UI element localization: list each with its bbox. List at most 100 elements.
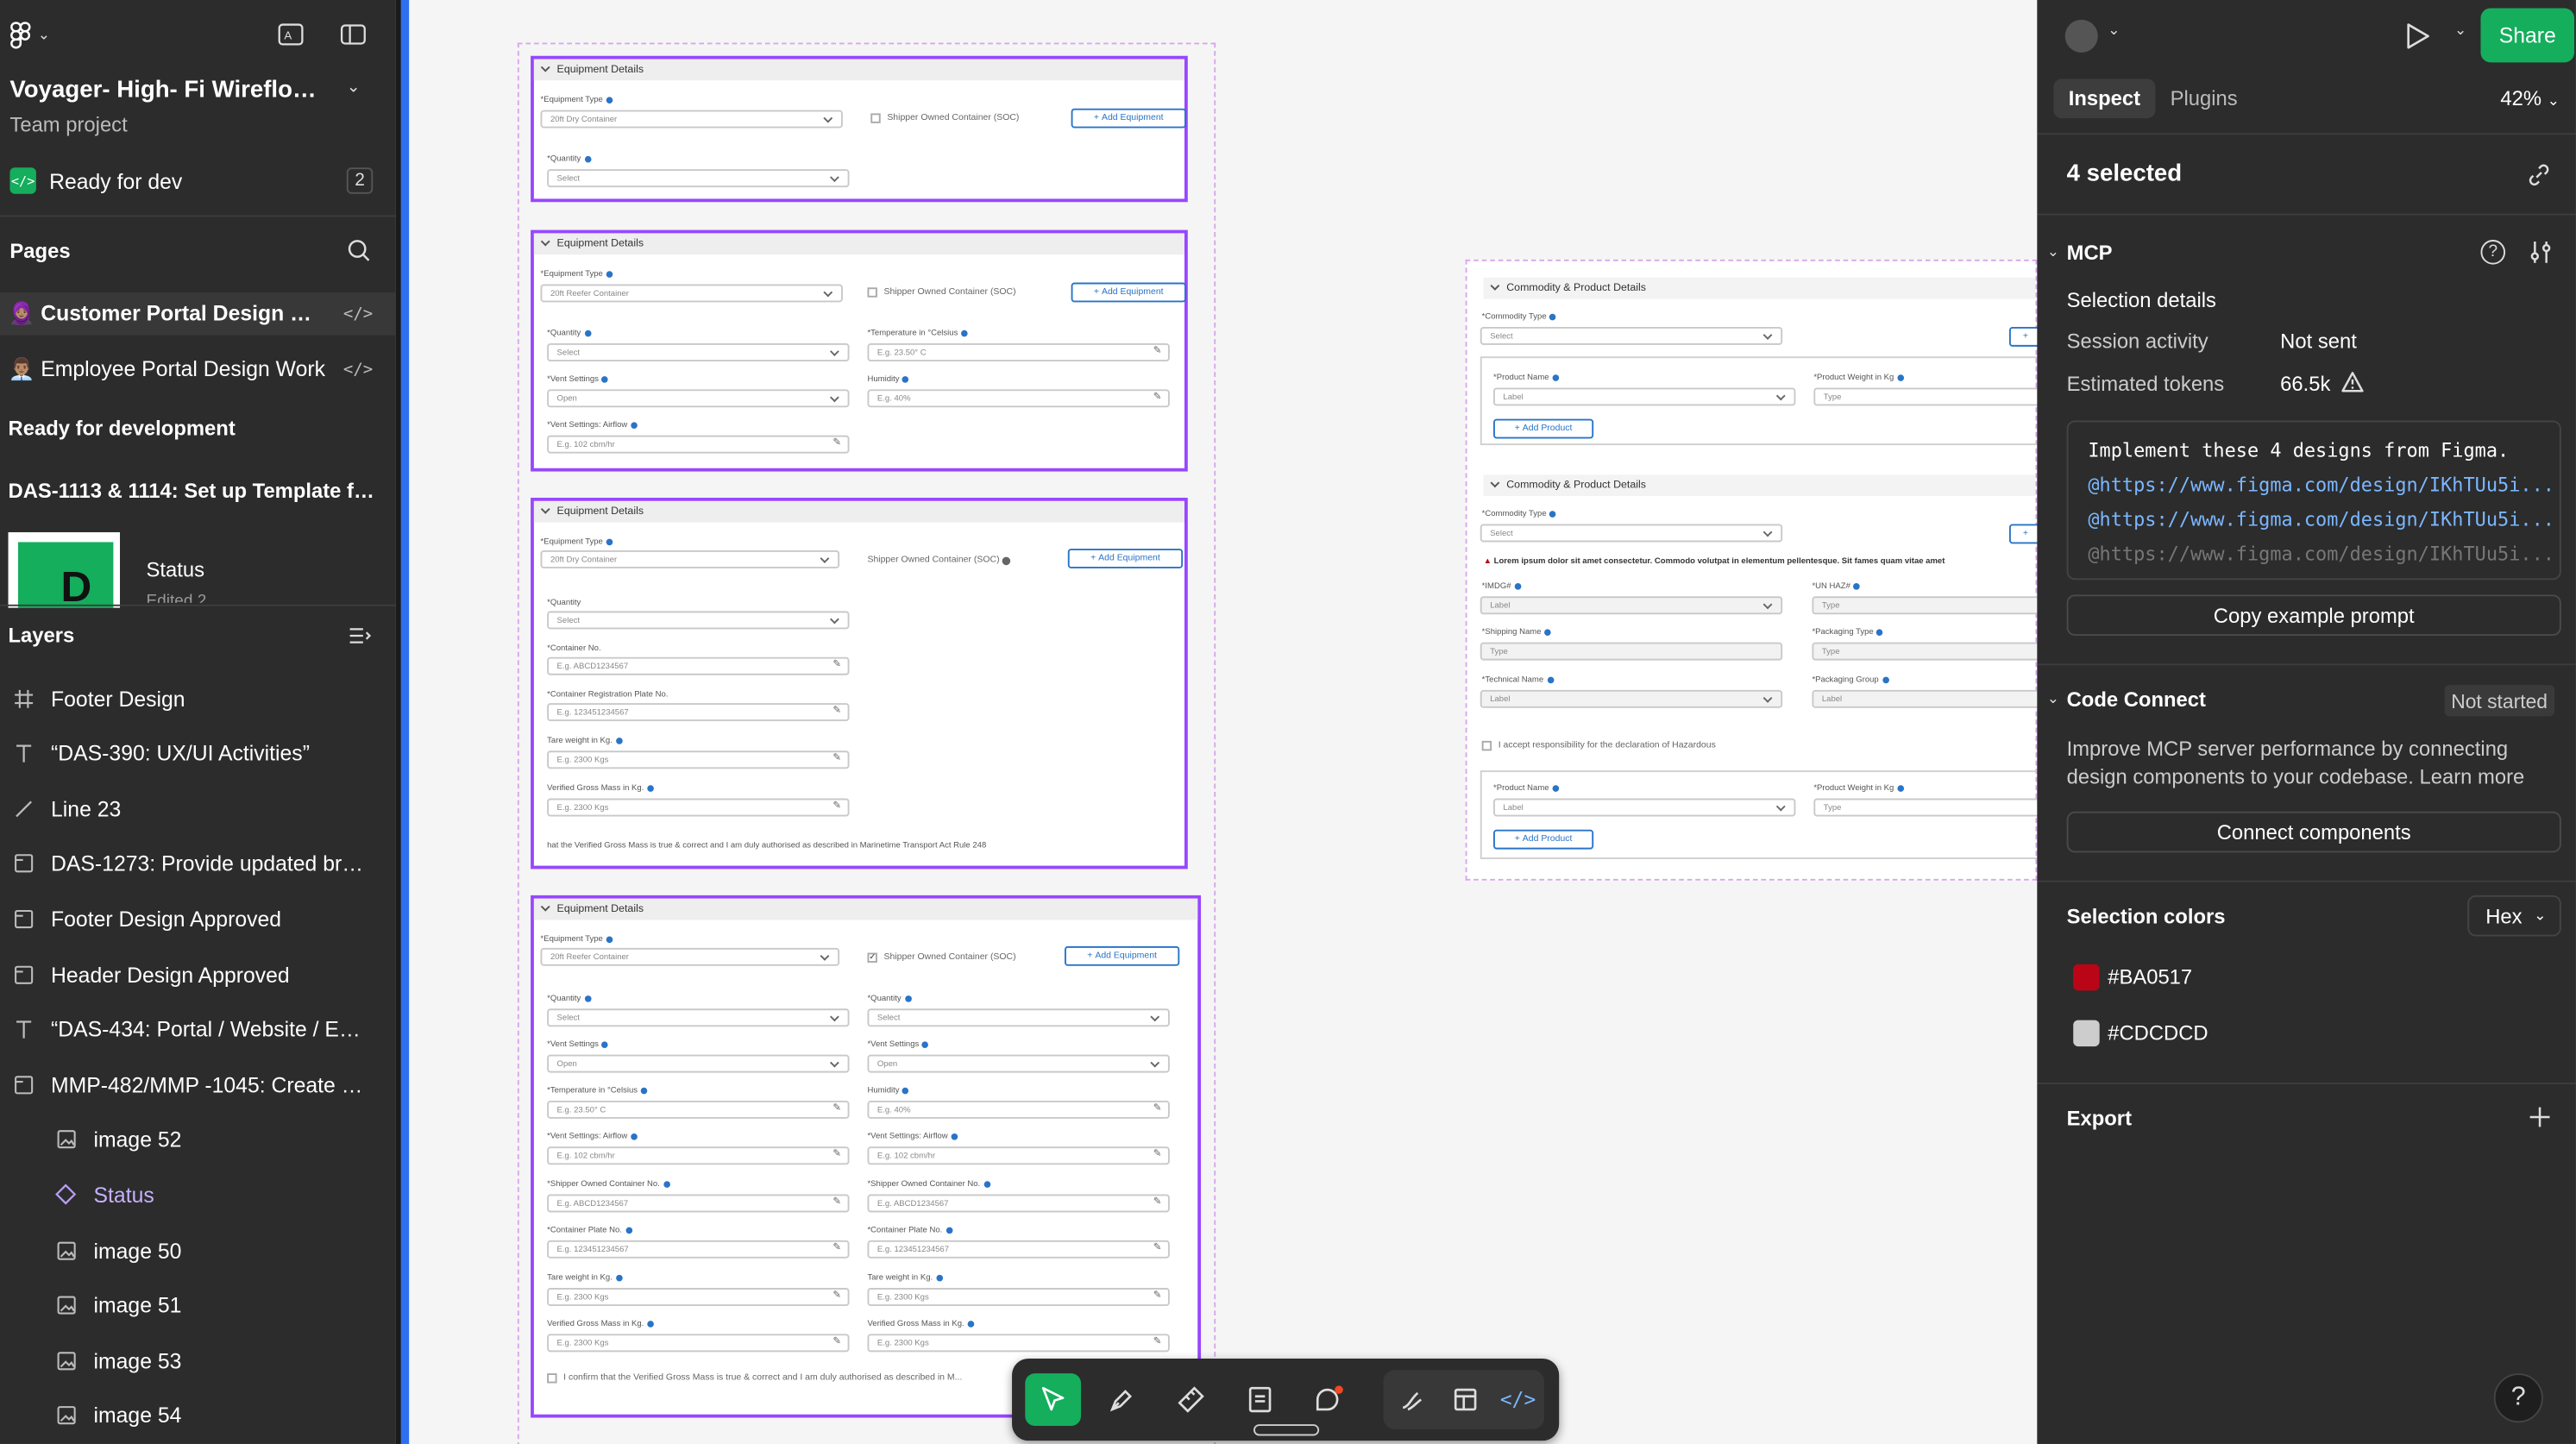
product-weight-input[interactable]: Type (1813, 387, 2044, 406)
equipment-type-select[interactable]: 20ft Dry Container (540, 549, 840, 568)
chevron-down-icon[interactable]: ⌄ (2454, 22, 2466, 40)
equipment-frame-4[interactable]: Equipment Details *Equipment Type 20ft R… (531, 895, 1202, 1418)
accept-checkbox[interactable]: I accept responsibility for the declarat… (1481, 740, 1716, 751)
technical-name-select[interactable]: Label (1480, 689, 1783, 708)
prompt-box[interactable]: Implement these 4 designs from Figma. @h… (2066, 420, 2561, 581)
tare-input[interactable]: E.g. 2300 Kgs (547, 1288, 850, 1306)
settings-sliders-icon[interactable] (2529, 240, 2554, 265)
project-name[interactable]: Team project (9, 113, 127, 136)
plus-icon[interactable] (2529, 1106, 2552, 1129)
main-menu-button[interactable]: ⌄ (9, 22, 50, 49)
layer-item[interactable]: “DAS-390: UX/UI Activities” (0, 735, 396, 771)
shipping-name-input[interactable]: Type (1480, 642, 1783, 661)
layer-item[interactable]: Line 23 (0, 790, 396, 826)
airflow-input[interactable]: E.g. 102 cbm/hr (547, 1146, 850, 1165)
layer-item[interactable]: Footer Design (0, 680, 396, 716)
add-product-button[interactable]: + Add Product (1493, 829, 1594, 850)
layer-item[interactable]: image 50 (0, 1232, 396, 1268)
humidity-input[interactable]: E.g. 40% (867, 1100, 1170, 1119)
soc-checkbox[interactable]: Shipper Owned Container (SOC) (867, 287, 1016, 298)
component-tool-button[interactable] (1437, 1373, 1493, 1426)
equipment-type-select[interactable]: 20ft Reefer Container (540, 284, 843, 303)
prompt-link[interactable]: @https://www.figma.com/design/IKhTUu5i..… (2088, 542, 2554, 565)
layer-item[interactable]: image 53 (0, 1342, 396, 1378)
layer-item[interactable]: Footer Design Approved (0, 901, 396, 937)
plate-no-input[interactable]: E.g. 123451234567 (547, 1240, 850, 1259)
page-item-employee[interactable]: 👨🏽‍💼 Employee Portal Design Work </> (0, 348, 396, 392)
link-icon[interactable] (2527, 163, 2552, 188)
confirm-checkbox[interactable]: I confirm that the Verified Gross Mass i… (547, 1373, 962, 1384)
sidebar-toggle-icon[interactable] (340, 23, 366, 47)
connect-components-button[interactable]: Connect components (2066, 811, 2561, 853)
soc-checkbox[interactable]: Shipper Owned Container (SOC) (870, 113, 1019, 123)
vgm-input[interactable]: E.g. 2300 Kgs (547, 798, 850, 817)
measure-tool-button[interactable] (1163, 1373, 1219, 1426)
packaging-type-input[interactable]: Type (1812, 642, 2043, 661)
temperature-input[interactable]: E.g. 23.50° C (547, 1100, 850, 1119)
equipment-type-select[interactable]: 20ft Dry Container (540, 110, 843, 129)
learn-more-link[interactable]: Learn more (2420, 765, 2525, 788)
vgm-input[interactable]: E.g. 2300 Kgs (867, 1334, 1170, 1353)
tare-input[interactable]: E.g. 2300 Kgs (547, 750, 850, 769)
add-equipment-button[interactable]: + Add Equipment (1067, 549, 1184, 568)
tab-plugins[interactable]: Plugins (2171, 87, 2238, 110)
zoom-level[interactable]: 42% ⌄ (2500, 87, 2560, 110)
add-equipment-button[interactable]: + Add Equipment (1071, 108, 1186, 129)
add-product-button[interactable]: + Add Product (1493, 418, 1594, 439)
container-no-input[interactable]: E.g. ABCD1234567 (547, 656, 850, 675)
soc-checkbox[interactable]: ✓ Shipper Owned Container (SOC) (867, 952, 1016, 963)
chevron-down-icon[interactable]: ⌄ (2047, 243, 2059, 261)
packaging-group-input[interactable]: Label (1812, 689, 2043, 708)
product-weight-input[interactable]: Type (1813, 798, 2044, 817)
airflow-input[interactable]: E.g. 102 cbm/hr (547, 435, 850, 454)
equipment-frame-1[interactable]: Equipment Details *Equipment Type 20ft D… (531, 55, 1188, 203)
file-name[interactable]: Voyager- High- Fi Wireflow... (9, 78, 322, 104)
ticket-title[interactable]: DAS-1113 & 1114: Set up Template for s..… (9, 480, 386, 503)
humidity-input[interactable]: E.g. 40% (867, 389, 1170, 408)
avatar[interactable] (2064, 19, 2098, 53)
pen-tool-button[interactable] (1094, 1373, 1150, 1426)
imdg-select[interactable]: Label (1480, 596, 1783, 615)
quantity-select[interactable]: Select (867, 1008, 1170, 1027)
equipment-frame-2[interactable]: Equipment Details *Equipment Type 20ft R… (531, 229, 1188, 472)
quantity-select[interactable]: Select (547, 611, 850, 630)
soc-no-input[interactable]: E.g. ABCD1234567 (867, 1194, 1170, 1213)
tab-inspect[interactable]: Inspect (2053, 78, 2156, 119)
copy-prompt-button[interactable]: Copy example prompt (2066, 594, 2561, 637)
vent-select[interactable]: Open (547, 389, 850, 408)
equipment-type-select[interactable]: 20ft Reefer Container (540, 947, 840, 966)
prompt-link[interactable]: @https://www.figma.com/design/IKhTUu5i..… (2088, 473, 2554, 496)
chevron-down-icon[interactable]: ⌄ (2047, 690, 2059, 708)
color-format-select[interactable]: Hex ⌄ (2467, 895, 2561, 937)
vent-select[interactable]: Open (867, 1054, 1170, 1073)
layer-item[interactable]: Status (0, 1177, 396, 1213)
layers-list-icon[interactable] (349, 626, 372, 646)
commodity-wireframe[interactable]: Commodity & Product Details *Commodity T… (1465, 259, 2047, 881)
vent-select[interactable]: Open (547, 1054, 850, 1073)
move-tool-button[interactable] (1025, 1373, 1082, 1427)
comment-tool-button[interactable] (1301, 1373, 1357, 1426)
ai-icon[interactable]: A (278, 23, 304, 47)
chevron-down-icon[interactable]: ⌄ (347, 78, 361, 97)
layer-item[interactable]: image 54 (0, 1397, 396, 1434)
layer-item[interactable]: image 51 (0, 1287, 396, 1323)
help-button[interactable]: ? (2493, 1373, 2543, 1423)
product-name-select[interactable]: Label (1493, 798, 1796, 817)
prompt-link[interactable]: @https://www.figma.com/design/IKhTUu5i..… (2088, 507, 2554, 531)
commodity-type-select[interactable]: Select (1480, 326, 1783, 345)
plate-no-input[interactable]: E.g. 123451234567 (867, 1240, 1170, 1259)
search-icon[interactable] (347, 238, 372, 263)
equipment-frame-3[interactable]: Equipment Details *Equipment Type 20ft D… (531, 498, 1188, 870)
temperature-input[interactable]: E.g. 23.50° C (867, 343, 1170, 361)
page-item-customer[interactable]: 🧕🏽 Customer Portal Design Work </> (0, 292, 396, 336)
chevron-down-icon[interactable]: ⌄ (2108, 22, 2120, 40)
toolbar-handle[interactable] (1253, 1424, 1320, 1436)
soc-no-input[interactable]: E.g. ABCD1234567 (547, 1194, 850, 1213)
help-icon[interactable]: ? (2480, 240, 2506, 265)
tare-input[interactable]: E.g. 2300 Kgs (867, 1288, 1170, 1306)
annotate-tool-button[interactable] (1232, 1373, 1288, 1426)
color-item[interactable]: #CDCDCD (2073, 1020, 2208, 1047)
ready-for-dev-row[interactable]: </> Ready for dev 2 (0, 164, 396, 197)
commodity-type-select[interactable]: Select (1480, 524, 1783, 543)
draw-tool-button[interactable] (1385, 1373, 1441, 1426)
